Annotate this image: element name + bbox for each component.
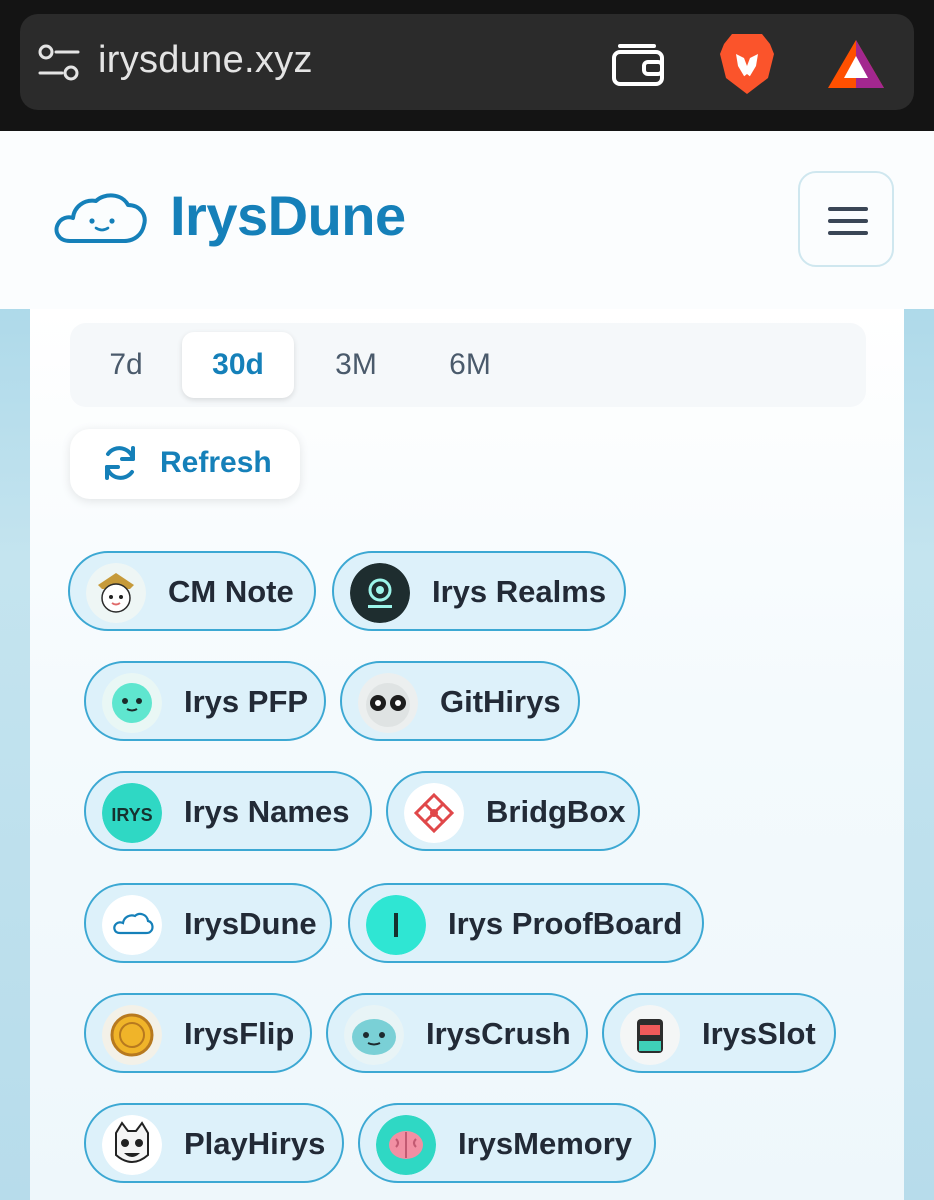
- tab-3m[interactable]: 3M: [300, 332, 412, 398]
- dashboard-card: 7d 30d 3M 6M Refresh CM Note Irys Realms…: [30, 309, 904, 1200]
- tab-7d[interactable]: 7d: [70, 332, 182, 398]
- app-chip-label: Irys ProofBoard: [448, 906, 683, 941]
- brain-icon: [376, 1115, 436, 1175]
- site-title[interactable]: IrysDune: [170, 183, 406, 248]
- app-chip-label: PlayHirys: [184, 1126, 326, 1161]
- app-chip-label: IrysCrush: [426, 1016, 571, 1051]
- crush-face-icon: [344, 1005, 404, 1065]
- githirys-face-icon: [358, 673, 418, 733]
- wallet-icon[interactable]: [610, 38, 666, 90]
- app-chip-iryslot[interactable]: IrysSlot: [602, 993, 836, 1073]
- tab-6m[interactable]: 6M: [414, 332, 526, 398]
- app-chip-label: GitHirys: [440, 684, 561, 719]
- irys-realms-logo-icon: [350, 563, 410, 623]
- tab-30d[interactable]: 30d: [182, 332, 294, 398]
- browser-toolbar: irysdune.xyz: [0, 0, 934, 131]
- app-chip-irys-pfp[interactable]: Irys PFP: [84, 661, 326, 741]
- app-chip-label: IrysMemory: [458, 1126, 633, 1161]
- app-chip-irysdune[interactable]: IrysDune: [84, 883, 332, 963]
- hamburger-bar: [828, 219, 868, 223]
- proofboard-logo-icon: [366, 895, 426, 955]
- cloud-icon[interactable]: [52, 189, 148, 245]
- app-chip-bridgbox[interactable]: BridgBox: [386, 771, 640, 851]
- refresh-label: Refresh: [160, 446, 272, 479]
- hamburger-menu-icon: [828, 207, 868, 211]
- url-text[interactable]: irysdune.xyz: [98, 39, 313, 82]
- app-chip-label: IrysFlip: [184, 1016, 295, 1051]
- irys-names-logo-icon: IRYS: [102, 783, 162, 843]
- pfp-face-icon: [102, 673, 162, 733]
- app-chip-irys-proofboard[interactable]: Irys ProofBoard: [348, 883, 704, 963]
- page: IrysDune 7d 30d 3M 6M Refresh CM Note Ir…: [0, 131, 934, 1200]
- app-chip-label: CM Note: [168, 574, 294, 609]
- app-chip-label: IrysSlot: [702, 1016, 816, 1051]
- app-chip-label: Irys Realms: [432, 574, 607, 609]
- app-chip-playhirys[interactable]: PlayHirys: [84, 1103, 344, 1183]
- app-chip-label: BridgBox: [486, 794, 626, 829]
- refresh-button[interactable]: Refresh: [70, 429, 300, 499]
- app-chip-githirys[interactable]: GitHirys: [340, 661, 580, 741]
- bridgbox-logo-icon: [404, 783, 464, 843]
- app-chip-irysmemory[interactable]: IrysMemory: [358, 1103, 656, 1183]
- app-chip-iryscrush[interactable]: IrysCrush: [326, 993, 588, 1073]
- app-chip-irys-names[interactable]: IRYS Irys Names: [84, 771, 372, 851]
- playhirys-face-icon: [102, 1115, 162, 1175]
- app-chip-cm-note[interactable]: CM Note: [68, 551, 316, 631]
- coin-icon: [102, 1005, 162, 1065]
- site-settings-icon[interactable]: [38, 43, 80, 83]
- cloud-icon: [102, 895, 162, 955]
- hamburger-bar: [828, 231, 868, 235]
- brave-rewards-icon[interactable]: [826, 38, 886, 90]
- app-chip-label: Irys Names: [184, 794, 350, 829]
- slot-machine-icon: [620, 1005, 680, 1065]
- app-chip-label: Irys PFP: [184, 684, 309, 719]
- site-header: IrysDune: [0, 131, 934, 309]
- refresh-icon: [105, 446, 135, 480]
- svg-text:IRYS: IRYS: [111, 805, 152, 825]
- brave-shields-icon[interactable]: [718, 32, 776, 96]
- menu-button[interactable]: [798, 171, 894, 267]
- app-chip-label: IrysDune: [184, 906, 317, 941]
- app-chip-irysflip[interactable]: IrysFlip: [84, 993, 312, 1073]
- app-chip-irys-realms[interactable]: Irys Realms: [332, 551, 626, 631]
- period-tabs: 7d 30d 3M 6M: [70, 323, 866, 407]
- samurai-avatar-icon: [86, 563, 146, 623]
